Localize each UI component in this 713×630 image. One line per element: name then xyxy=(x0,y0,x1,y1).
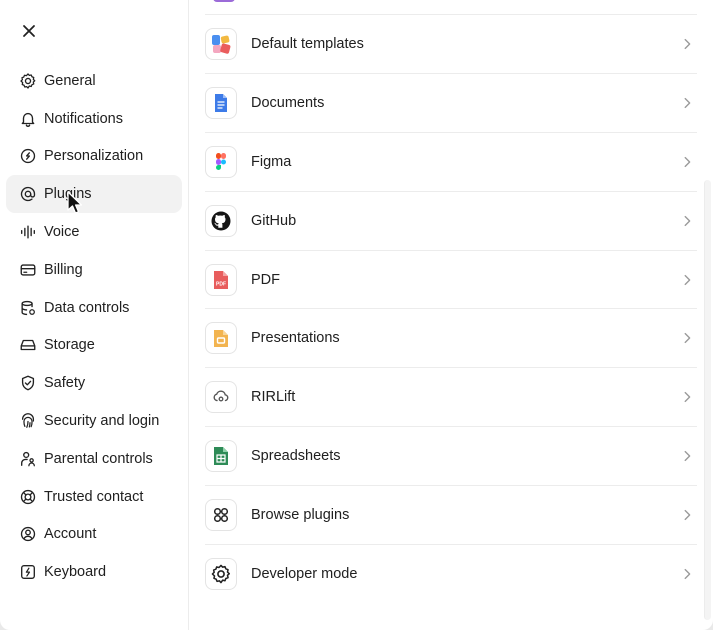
plugin-row-developer-mode[interactable]: Developer mode xyxy=(205,545,697,604)
chevron-right-icon xyxy=(679,95,695,111)
sidebar-item-label: Parental controls xyxy=(44,450,153,467)
waveform-icon xyxy=(18,222,38,242)
sidebar-item-account[interactable]: Account xyxy=(6,516,182,554)
chevron-right-icon xyxy=(679,448,695,464)
personalization-icon xyxy=(18,146,38,166)
sidebar-item-parental-controls[interactable]: Parental controls xyxy=(6,440,182,478)
settings-nav: General Notifications Personalization Pl… xyxy=(6,62,182,591)
plugin-row-presentations[interactable]: Presentations xyxy=(205,309,697,369)
sidebar-item-label: Trusted contact xyxy=(44,488,144,505)
plugin-row-rirlift[interactable]: RIRLift xyxy=(205,368,697,428)
sidebar-item-personalization[interactable]: Personalization xyxy=(6,138,182,176)
credit-card-icon xyxy=(18,260,38,280)
plugin-row-documents[interactable]: Documents xyxy=(205,74,697,133)
plugin-row-spreadsheets[interactable]: Spreadsheets xyxy=(205,427,697,487)
sidebar-item-label: General xyxy=(44,72,96,89)
plugin-row-github[interactable]: GitHub xyxy=(205,192,697,251)
chevron-right-icon xyxy=(679,566,695,582)
templates-icon xyxy=(205,27,237,60)
sidebar-item-label: Billing xyxy=(44,261,83,278)
close-icon xyxy=(23,25,35,37)
chevron-right-icon xyxy=(679,389,695,405)
shield-icon xyxy=(18,373,38,393)
sidebar-item-data-controls[interactable]: Data controls xyxy=(6,289,182,327)
family-icon xyxy=(18,449,38,469)
plugin-label: Default templates xyxy=(251,35,364,52)
sidebar-item-label: Security and login xyxy=(44,413,160,430)
plugin-label: Developer mode xyxy=(251,566,358,583)
gear-icon xyxy=(205,558,237,591)
partial-app-icon xyxy=(213,0,235,2)
plugin-label: RIRLift xyxy=(251,389,296,406)
grid-icon xyxy=(205,499,237,532)
plugin-label: Browse plugins xyxy=(251,507,350,524)
plugin-label: PDF xyxy=(251,271,280,288)
sidebar-item-label: Account xyxy=(44,526,97,543)
sidebar-item-label: Storage xyxy=(44,337,95,354)
chevron-right-icon xyxy=(679,36,695,52)
plugin-row-figma[interactable]: Figma xyxy=(205,133,697,192)
database-icon xyxy=(18,298,38,318)
sidebar-item-label: Voice xyxy=(44,224,80,241)
storage-icon xyxy=(18,335,38,355)
sidebar-item-notifications[interactable]: Notifications xyxy=(6,100,182,138)
keyboard-icon xyxy=(18,562,38,582)
sidebar-item-label: Data controls xyxy=(44,299,130,316)
spreadsheet-icon xyxy=(205,440,237,473)
sidebar-item-label: Keyboard xyxy=(44,564,107,581)
plugin-row-default-templates[interactable]: Default templates xyxy=(205,15,697,74)
sidebar-item-safety[interactable]: Safety xyxy=(6,364,182,402)
sidebar-item-billing[interactable]: Billing xyxy=(6,251,182,289)
plugin-label: Spreadsheets xyxy=(251,448,341,465)
chevron-right-icon xyxy=(679,272,695,288)
fingerprint-icon xyxy=(18,411,38,431)
chevron-right-icon xyxy=(679,330,695,346)
sidebar-item-label: Notifications xyxy=(44,110,123,127)
rirlift-icon xyxy=(205,381,237,414)
sidebar-item-keyboard[interactable]: Keyboard xyxy=(6,553,182,591)
plugin-row-browse-plugins[interactable]: Browse plugins xyxy=(205,486,697,546)
figma-icon xyxy=(205,145,237,178)
at-sign-icon xyxy=(18,184,38,204)
plugins-list: Default templates Documents Figma GitHub… xyxy=(205,0,697,604)
chevron-right-icon xyxy=(679,507,695,523)
github-icon xyxy=(205,204,237,237)
settings-sidebar: General Notifications Personalization Pl… xyxy=(0,0,189,630)
plugin-label: Presentations xyxy=(251,330,340,347)
user-circle-icon xyxy=(18,524,38,544)
scrollbar[interactable] xyxy=(704,180,711,620)
close-button[interactable] xyxy=(18,20,40,42)
pdf-badge: PDF xyxy=(216,281,226,287)
document-icon xyxy=(205,86,237,119)
bell-icon xyxy=(18,109,38,129)
presentation-icon xyxy=(205,322,237,355)
sidebar-item-storage[interactable]: Storage xyxy=(6,327,182,365)
settings-window: General Notifications Personalization Pl… xyxy=(0,0,713,630)
pdf-icon: PDF xyxy=(205,263,237,296)
chevron-right-icon xyxy=(679,213,695,229)
lifebuoy-icon xyxy=(18,487,38,507)
sidebar-item-plugins[interactable]: Plugins xyxy=(6,175,182,215)
plugin-row-pdf[interactable]: PDF PDF xyxy=(205,251,697,310)
sidebar-item-label: Personalization xyxy=(44,148,144,165)
plugin-label: Figma xyxy=(251,153,292,170)
plugins-panel: Default templates Documents Figma GitHub… xyxy=(189,0,713,630)
gear-icon xyxy=(18,71,38,91)
chevron-right-icon xyxy=(679,154,695,170)
sidebar-item-trusted-contact[interactable]: Trusted contact xyxy=(6,478,182,516)
sidebar-item-security-and-login[interactable]: Security and login xyxy=(6,402,182,440)
plugin-label: Documents xyxy=(251,94,325,111)
sidebar-item-label: Plugins xyxy=(44,186,92,203)
sidebar-item-voice[interactable]: Voice xyxy=(6,213,182,251)
sidebar-item-label: Safety xyxy=(44,375,86,392)
sidebar-item-general[interactable]: General xyxy=(6,62,182,100)
list-item-partial[interactable] xyxy=(205,0,697,15)
plugin-label: GitHub xyxy=(251,212,297,229)
